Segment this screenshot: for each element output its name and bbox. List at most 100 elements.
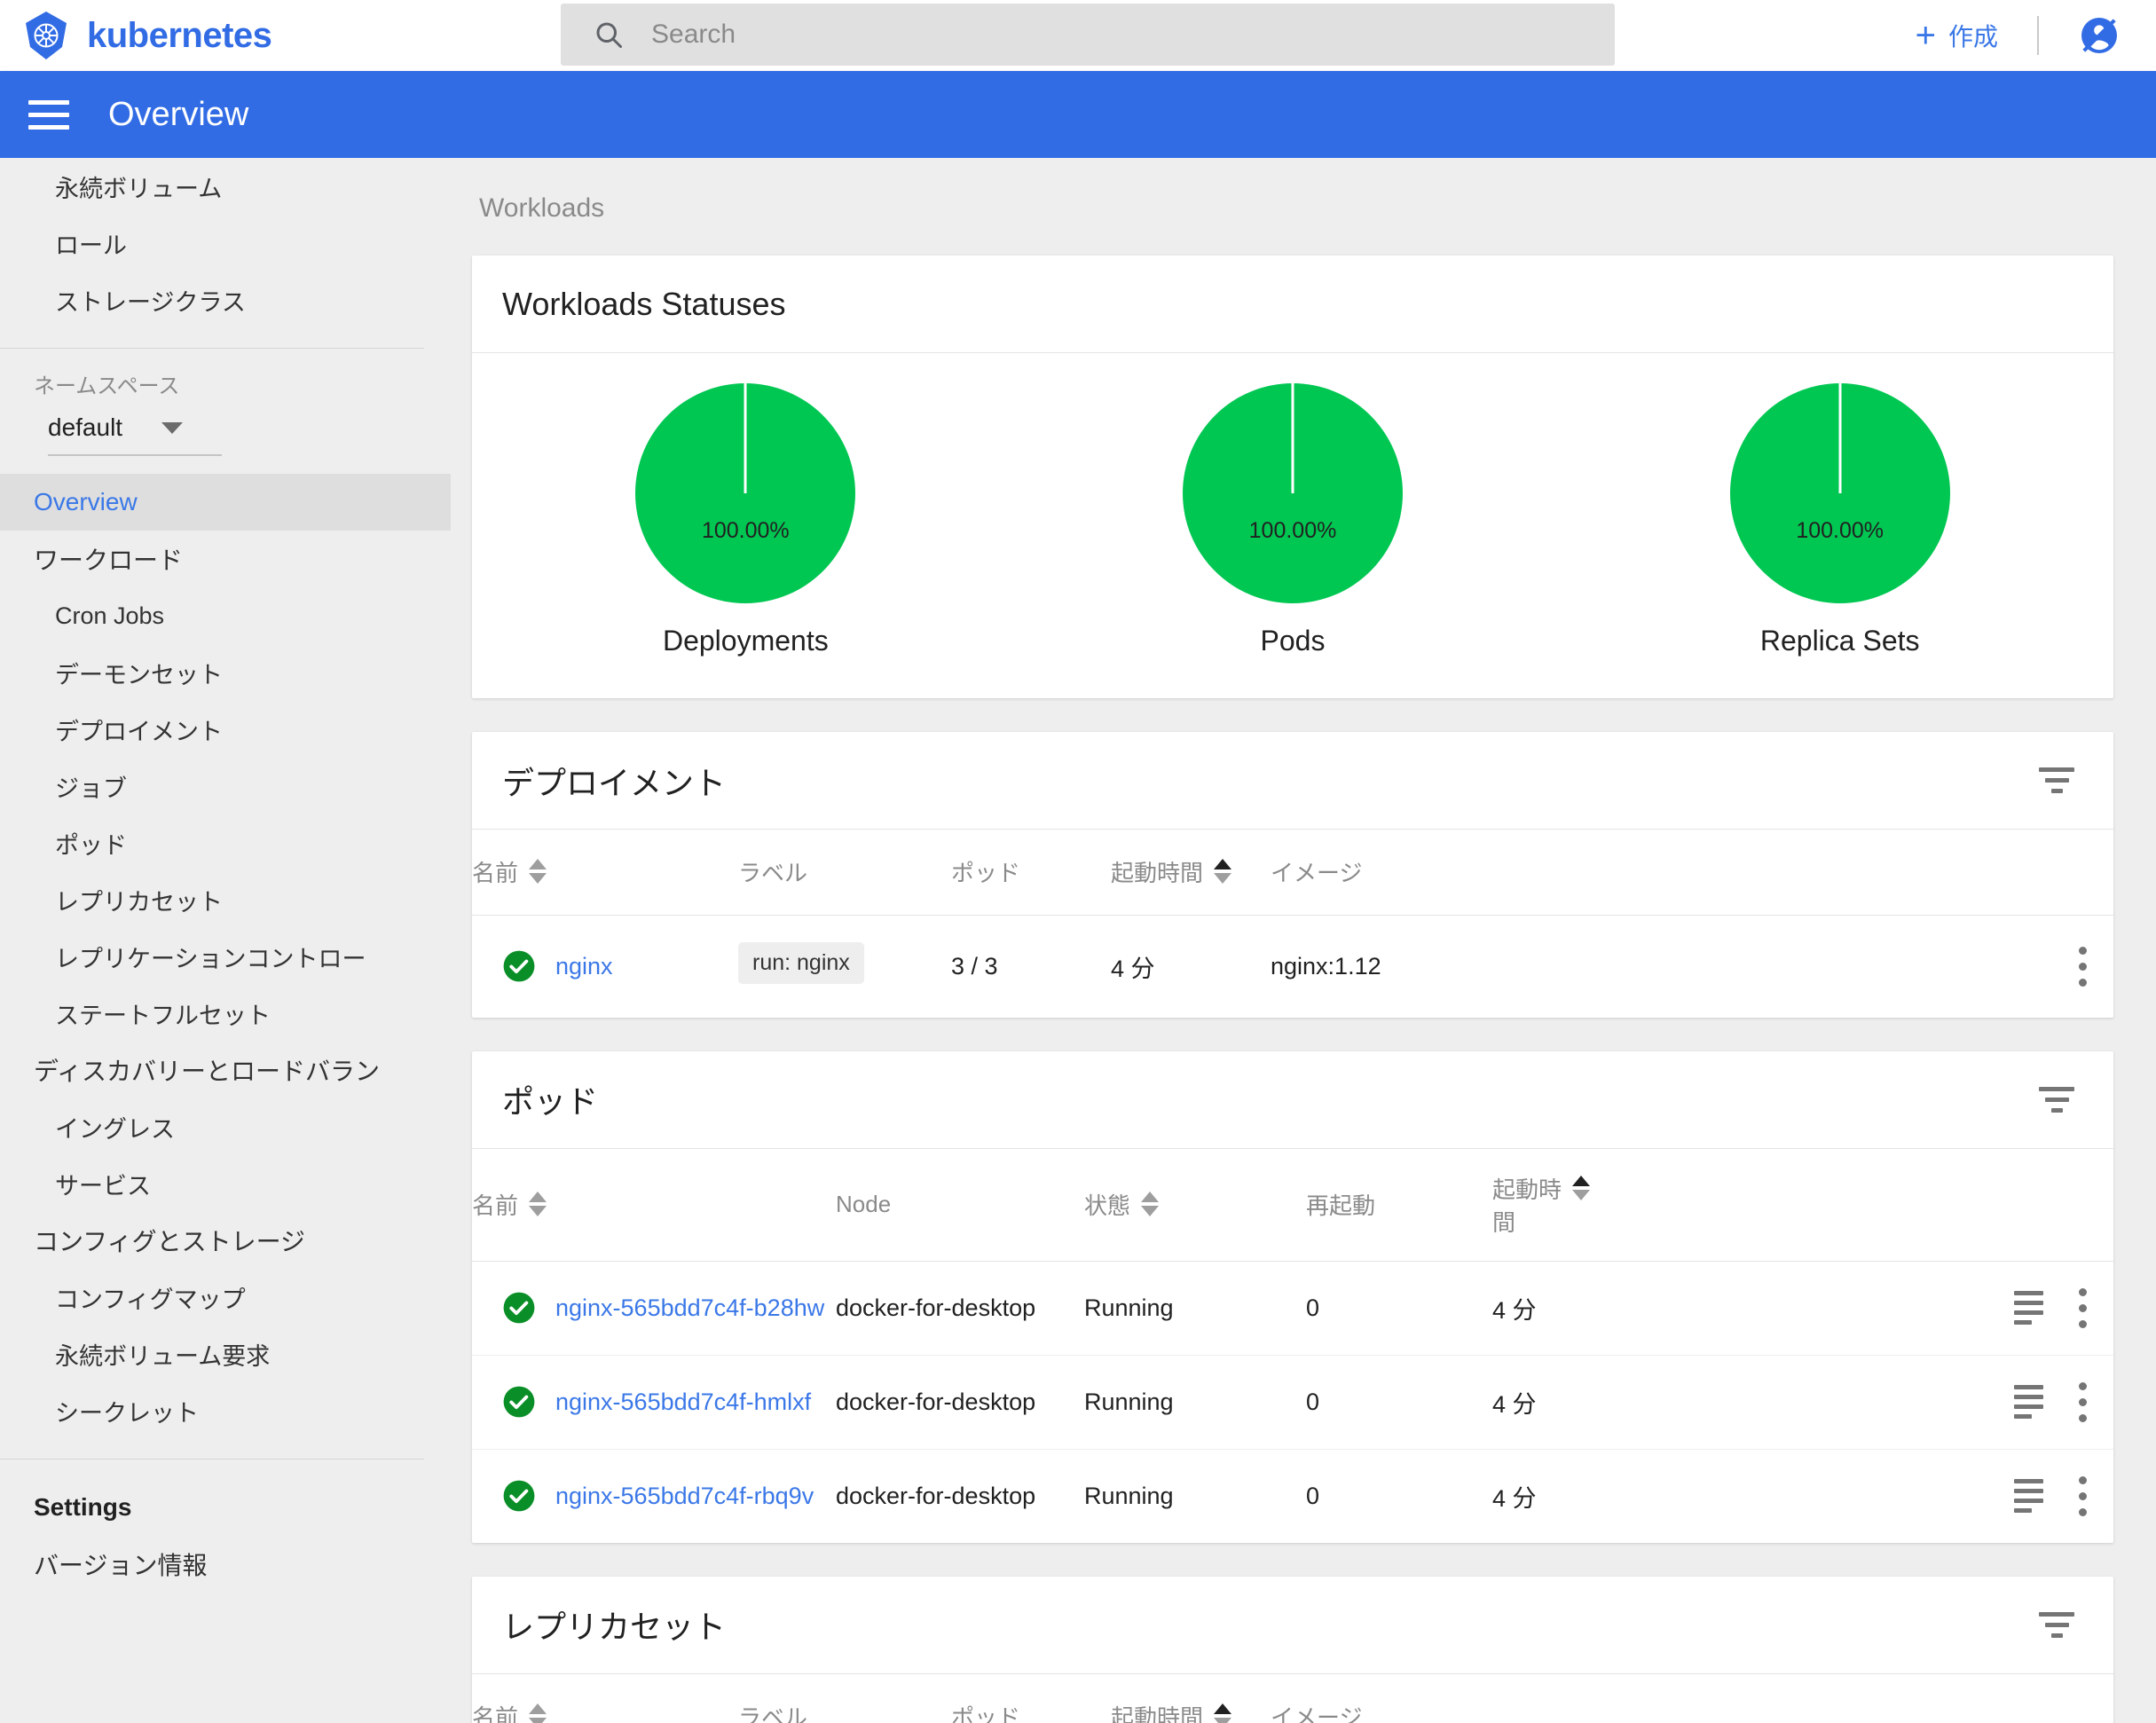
sidebar-item-top-2[interactable]: ストレージクラス <box>0 271 451 328</box>
column-header-label: ラベル <box>738 1703 808 1723</box>
workload-statuses-card: Workloads Statuses 100.00% Deployments 100… <box>472 256 2113 698</box>
pods-card: ポッド 名前 Node 状態 再起動 起動時 間 nginx-565bdd7c4f-b2… <box>472 1050 2113 1543</box>
cell-name: nginx-565bdd7c4f-hmlxf <box>472 1355 836 1450</box>
table-header-row: 名前 Node 状態 再起動 起動時 間 <box>472 1148 2113 1262</box>
resource-link[interactable]: nginx-565bdd7c4f-rbq9v <box>555 1483 814 1510</box>
sort-arrows-icon[interactable] <box>529 1192 547 1216</box>
sidebar-item-label: コンフィグマップ <box>55 1286 246 1313</box>
column-header <box>1590 830 2113 916</box>
cell-age: 4 分 <box>1492 1261 1741 1356</box>
sidebar-group-1[interactable]: ディスカバリーとロードバラン <box>0 1042 451 1098</box>
more-vertical-icon[interactable] <box>2079 1381 2087 1422</box>
sort-arrows-icon[interactable] <box>1214 859 1232 885</box>
table-row[interactable]: nginx-565bdd7c4f-b28hw docker-for-desktop… <box>472 1261 2113 1356</box>
table-row[interactable]: nginx-565bdd7c4f-rbq9v docker-for-desktop… <box>472 1449 2113 1543</box>
sidebar-item-2-1[interactable]: 永続ボリューム要求 <box>0 1326 451 1382</box>
sidebar-item-0-7[interactable]: ステートフルセット <box>0 985 451 1042</box>
more-vertical-icon[interactable] <box>2079 1287 2087 1328</box>
sort-arrows-icon[interactable] <box>1572 1175 1591 1200</box>
sidebar-item-0-0[interactable]: Cron Jobs <box>0 587 451 644</box>
more-vertical-icon[interactable] <box>2079 946 2087 987</box>
sidebar-item-0-4[interactable]: ポッド <box>0 814 451 871</box>
card-title: ポッド <box>502 1083 599 1120</box>
cell-actions <box>1590 915 2113 1018</box>
search-box[interactable] <box>561 4 1615 66</box>
column-header[interactable]: 名前 <box>472 830 738 916</box>
sidebar-item-about[interactable]: バージョン情報 <box>0 1536 451 1593</box>
pie-value-label: 100.00% <box>1796 518 1885 543</box>
sidebar-group-0[interactable]: ワークロード <box>0 531 451 587</box>
logs-icon[interactable] <box>2014 1385 2043 1419</box>
check-circle-icon <box>503 1292 535 1324</box>
brand[interactable]: kubernetes <box>23 11 272 60</box>
sidebar-item-overview[interactable]: Overview <box>0 474 451 531</box>
search-input[interactable] <box>649 19 1519 51</box>
sidebar-item-2-0[interactable]: コンフィグマップ <box>0 1269 451 1326</box>
sidebar-item-1-0[interactable]: イングレス <box>0 1098 451 1155</box>
label-chip: run: nginx <box>738 941 864 984</box>
logs-icon[interactable] <box>2014 1291 2043 1325</box>
filter-icon[interactable] <box>2030 759 2083 802</box>
column-header-label: 起動時 間 <box>1492 1176 1562 1236</box>
table-row[interactable]: nginx run: nginx 3 / 3 4 分 nginx:1.12 <box>472 915 2113 1018</box>
brand-name: kubernetes <box>87 15 272 55</box>
logs-icon[interactable] <box>2014 1479 2043 1513</box>
column-header[interactable]: 名前 <box>472 1673 738 1723</box>
topbar-actions: + 作成 <box>1916 0 2121 71</box>
cell-pods: 3 / 3 <box>951 952 998 980</box>
sidebar-item-0-2[interactable]: デプロイメント <box>0 701 451 758</box>
column-header: イメージ <box>1271 1673 1590 1723</box>
hamburger-icon[interactable] <box>28 92 69 138</box>
sidebar-item-top-1[interactable]: ロール <box>0 215 451 271</box>
more-vertical-icon[interactable] <box>2079 1475 2087 1516</box>
sort-arrows-icon[interactable] <box>529 1703 547 1723</box>
column-header-label: 起動時間 <box>1111 1703 1204 1723</box>
sidebar-item-1-1[interactable]: サービス <box>0 1155 451 1212</box>
namespace-select[interactable]: default <box>48 413 222 456</box>
sidebar-item-label: ポッド <box>55 831 127 859</box>
sidebar-item-0-1[interactable]: デーモンセット <box>0 644 451 701</box>
column-header-label: 名前 <box>472 860 519 887</box>
sidebar-item-2-2[interactable]: シークレット <box>0 1382 451 1439</box>
pie-chart-1: 100.00% Pods <box>1019 383 1567 657</box>
sidebar[interactable]: 永続ボリューム ロール ストレージクラス ネームスペース default Overv… <box>0 158 451 1723</box>
cell-image: nginx:1.12 <box>1271 952 1381 980</box>
column-header <box>1590 1673 2113 1723</box>
deployments-table: 名前 ラベル ポッド 起動時間 イメージ nginx run: nginx 3 / 3 4 分… <box>472 830 2113 1018</box>
table-row[interactable]: nginx-565bdd7c4f-hmlxf docker-for-desktop… <box>472 1355 2113 1450</box>
sort-arrows-icon[interactable] <box>1141 1192 1160 1216</box>
column-header[interactable]: 起動時間 <box>1111 1673 1271 1723</box>
pie-category-label: Deployments <box>662 625 829 657</box>
cell-node: docker-for-desktop <box>836 1482 1036 1509</box>
column-header[interactable]: 状態 <box>1084 1148 1306 1262</box>
column-header[interactable]: 起動時間 <box>1111 830 1271 916</box>
sort-arrows-icon[interactable] <box>529 859 547 885</box>
account-off-icon[interactable] <box>2078 14 2121 57</box>
sidebar-item-0-3[interactable]: ジョブ <box>0 758 451 814</box>
replicasets-card: レプリカセット 名前ラベルポッド起動時間イメージ nginx-565bdd7c4… <box>472 1576 2113 1723</box>
filter-icon[interactable] <box>2030 1078 2083 1121</box>
column-header-label: 状態 <box>1084 1192 1131 1219</box>
top-bar: kubernetes + 作成 <box>0 0 2156 71</box>
sidebar-item-top-0[interactable]: 永続ボリューム <box>0 158 451 215</box>
filter-icon[interactable] <box>2030 1603 2083 1647</box>
pie-category-label: Replica Sets <box>1759 625 1920 657</box>
resource-link[interactable]: nginx-565bdd7c4f-hmlxf <box>555 1389 811 1416</box>
sort-arrows-icon[interactable] <box>1214 1703 1232 1723</box>
column-header: 再起動 <box>1306 1148 1492 1262</box>
create-button[interactable]: + 作成 <box>1916 18 1998 53</box>
resource-link[interactable]: nginx-565bdd7c4f-b28hw <box>555 1294 824 1322</box>
resource-link[interactable]: nginx <box>555 953 613 980</box>
pie-graphic: 100.00% <box>635 383 856 603</box>
cell-node: docker-for-desktop <box>836 1355 1084 1450</box>
sidebar-item-settings[interactable]: Settings <box>0 1479 451 1536</box>
column-header-label: 名前 <box>472 1192 519 1219</box>
sidebar-item-0-5[interactable]: レプリカセット <box>0 871 451 928</box>
column-header[interactable]: 名前 <box>472 1148 836 1262</box>
sidebar-item-label: Cron Jobs <box>55 602 165 629</box>
sidebar-item-label: デーモンセット <box>55 661 223 688</box>
sidebar-item-0-6[interactable]: レプリケーションコントロー <box>0 928 451 985</box>
sidebar-group-2[interactable]: コンフィグとストレージ <box>0 1212 451 1269</box>
column-header[interactable]: 起動時 間 <box>1492 1148 1741 1262</box>
cell-name: nginx-565bdd7c4f-b28hw <box>472 1261 836 1356</box>
